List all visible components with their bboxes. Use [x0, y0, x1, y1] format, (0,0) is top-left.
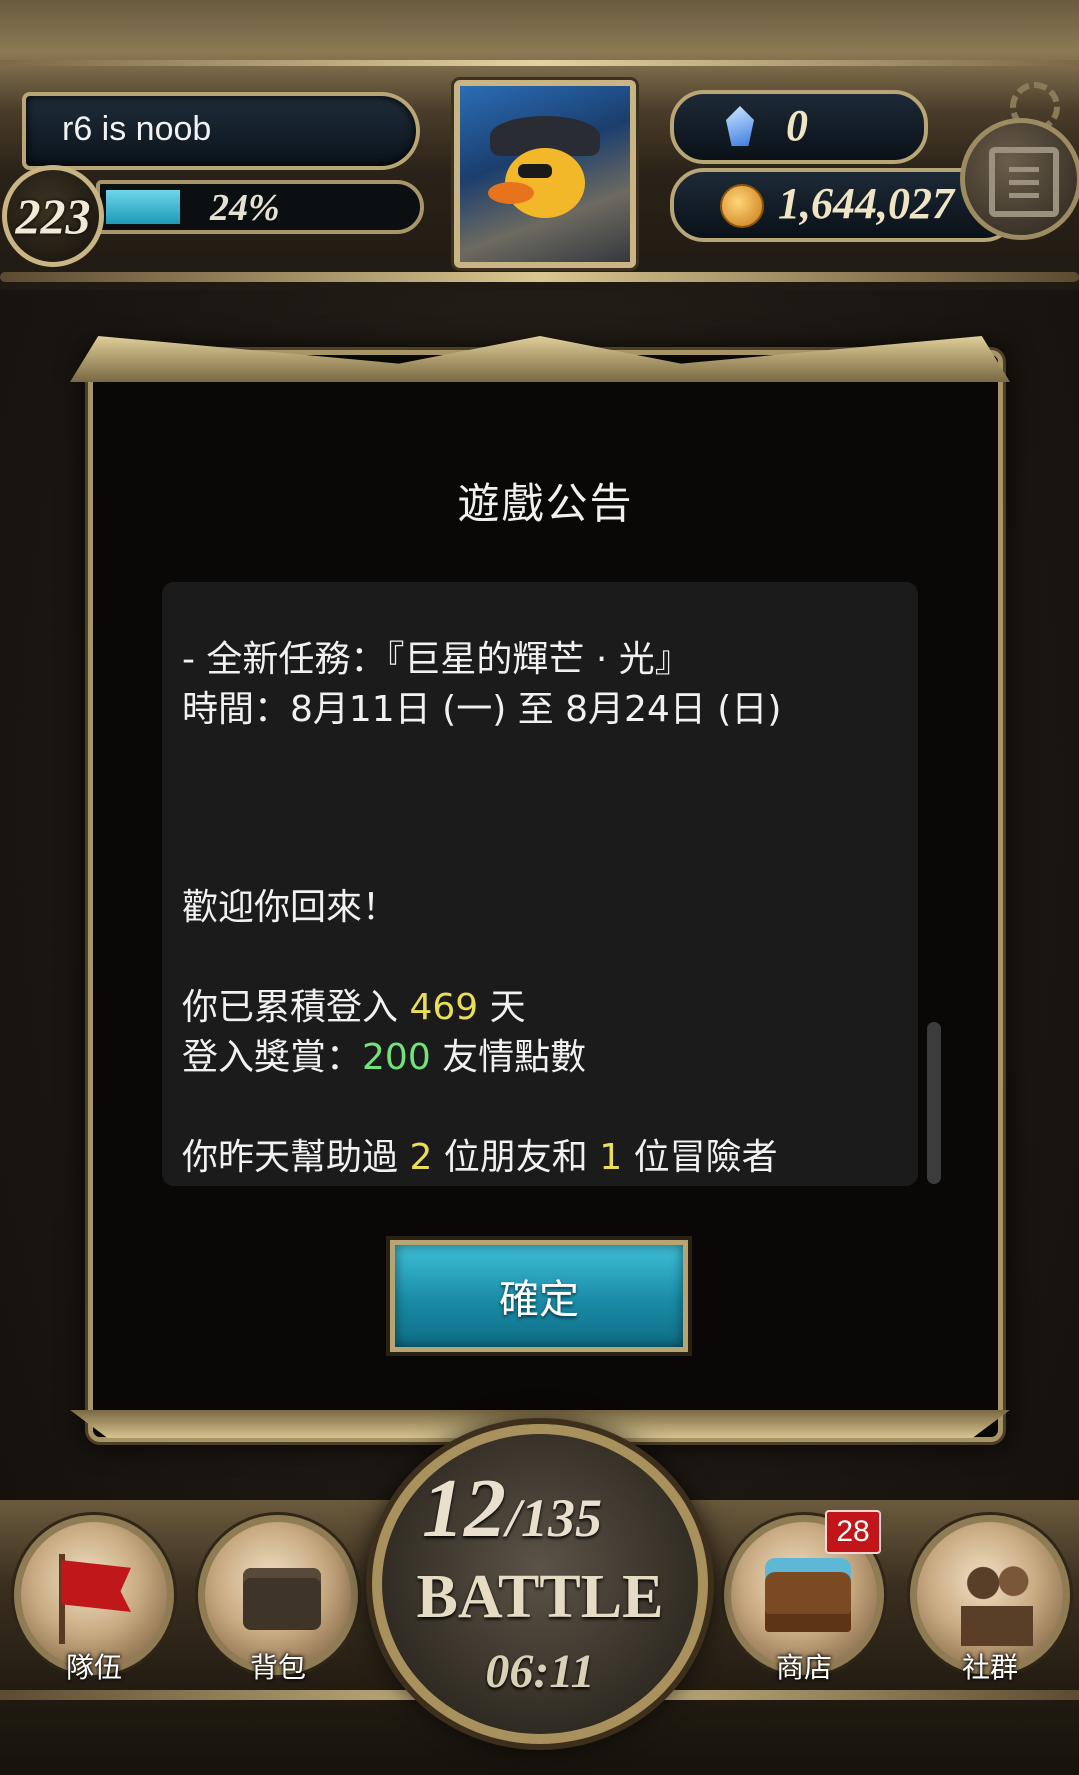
help-prefix: 你昨天幫助過: [182, 1137, 410, 1178]
login-prefix: 你已累積登入: [182, 987, 410, 1028]
quest-line: - 全新任務：『巨星的輝芒 · 光』: [182, 639, 691, 680]
login-suffix: 天: [478, 987, 526, 1028]
menu-button[interactable]: [960, 118, 1079, 240]
nav-team-label: 隊伍: [65, 1651, 122, 1684]
help-suffix: 位冒險者: [622, 1137, 778, 1178]
login-days-line: 你已累積登入 469 天: [182, 978, 526, 1030]
announcement-message-box[interactable]: - 全新任務：『巨星的輝芒 · 光』 時間：8月11日 (一) 至 8月24日 …: [162, 582, 918, 1186]
login-days-value: 469: [409, 987, 479, 1028]
stamina-current: 12: [422, 1462, 506, 1555]
coin-icon: [720, 184, 764, 228]
battle-label: BATTLE: [416, 1563, 664, 1631]
shop-notification-badge: 28: [825, 1510, 881, 1554]
level-badge: 223: [2, 165, 104, 267]
gem-count: 0: [786, 101, 808, 150]
stamina-timer: 06:11: [485, 1645, 595, 1698]
people-icon: [951, 1556, 1043, 1646]
confirm-button[interactable]: 確定: [390, 1240, 688, 1352]
duck-beak-icon: [488, 182, 534, 204]
dialog-title: 遊戲公告: [457, 479, 634, 528]
help-adventurers-count: 1: [599, 1137, 623, 1178]
battle-button[interactable]: 12/135 BATTLE 06:11: [372, 1424, 708, 1744]
eyepatch-icon: [518, 164, 552, 178]
reward-prefix: 登入獎賞：: [182, 1037, 363, 1078]
login-reward-line: 登入獎賞：200 友情點數: [182, 1028, 586, 1080]
nav-shop-label: 商店: [775, 1651, 832, 1684]
exp-percent: 24%: [210, 187, 280, 229]
event-period-line: 時間：8月11日 (一) 至 8月24日 (日): [182, 689, 782, 730]
menu-list-icon: [989, 147, 1059, 217]
gem-counter[interactable]: 0: [670, 90, 928, 164]
dialog-ornament-top: [70, 336, 1010, 382]
bag-icon: [243, 1568, 321, 1630]
flag-icon: [61, 1560, 131, 1612]
player-name-plate[interactable]: r6 is noob: [22, 92, 420, 170]
message-scrollbar[interactable]: [927, 1022, 941, 1184]
nav-bag-label: 背包: [249, 1651, 306, 1684]
welcome-line: 歡迎你回來！: [182, 887, 399, 928]
nav-social-label: 社群: [961, 1651, 1018, 1684]
reward-suffix: 友情點數: [430, 1037, 587, 1078]
leader-portrait[interactable]: [454, 80, 636, 268]
stamina-readout: 12/135: [422, 1460, 672, 1557]
exp-bar: 24%: [96, 180, 424, 234]
diamond-icon: [726, 106, 754, 146]
player-name: r6 is noob: [62, 110, 212, 148]
exp-fill: [106, 190, 180, 224]
helped-line: 你昨天幫助過 2 位朋友和 1 位冒險者: [182, 1128, 778, 1180]
help-mid: 位朋友和: [432, 1137, 600, 1178]
coin-count: 1,644,027: [778, 179, 954, 228]
reward-amount: 200: [362, 1037, 431, 1078]
treasure-chest-icon: [765, 1572, 851, 1632]
stamina-max: /135: [506, 1488, 603, 1548]
help-friends-count: 2: [409, 1137, 433, 1178]
